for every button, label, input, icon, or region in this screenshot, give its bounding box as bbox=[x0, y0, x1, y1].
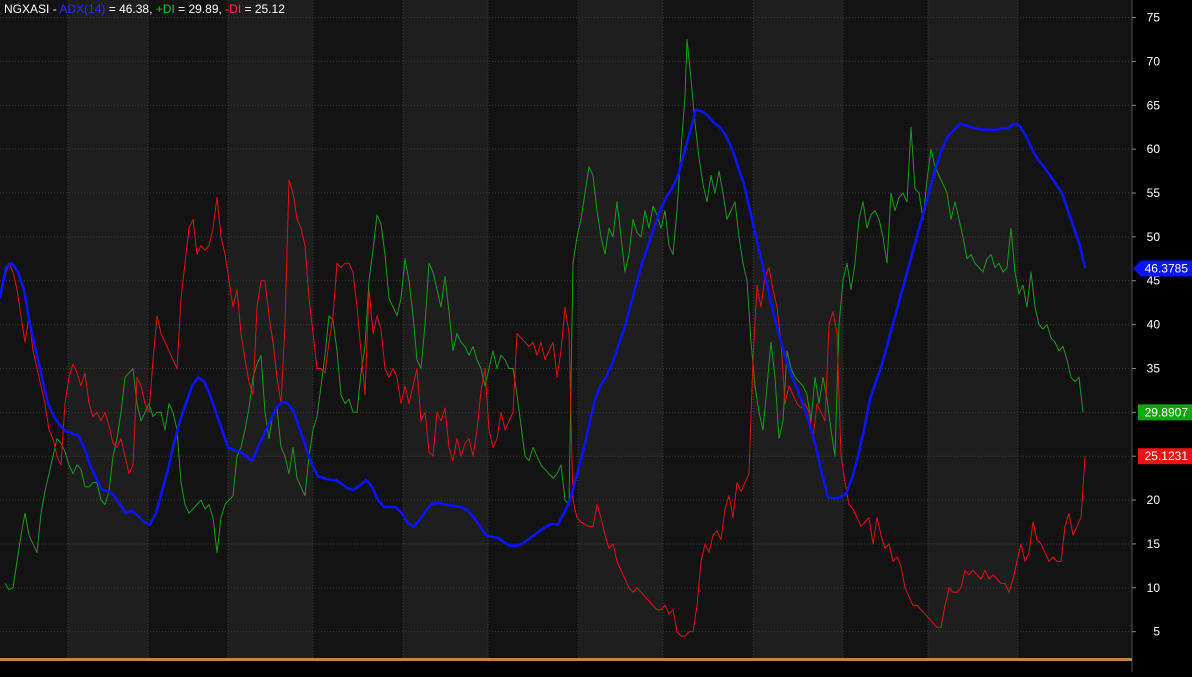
background-band bbox=[928, 0, 1018, 658]
adx-value: = 46.38, bbox=[105, 2, 156, 16]
tick-label: 70 bbox=[1147, 54, 1161, 68]
tick-label: 40 bbox=[1147, 318, 1161, 332]
tick-label: 15 bbox=[1147, 537, 1161, 551]
background-band bbox=[403, 0, 488, 658]
background-band bbox=[68, 0, 148, 658]
tick-label: 60 bbox=[1147, 142, 1161, 156]
last-value-tags: 46.3785 29.8907 25.1231 bbox=[1133, 260, 1192, 465]
last-value-tag--di-text: 25.1231 bbox=[1145, 449, 1189, 463]
background-band bbox=[0, 0, 68, 658]
price-axis: 51015202530354045505560657075 bbox=[1131, 0, 1161, 672]
tick-label: 65 bbox=[1147, 98, 1161, 112]
background-band bbox=[843, 0, 928, 658]
chart-header: NGXASI - ADX(14) = 46.38, +DI = 29.89, -… bbox=[4, 2, 285, 16]
timeline-strip bbox=[0, 658, 1132, 661]
adx-label: ADX(14) bbox=[59, 2, 106, 16]
background-band bbox=[753, 0, 843, 658]
background-band bbox=[663, 0, 753, 658]
tick-label: 35 bbox=[1147, 361, 1161, 375]
background-bands bbox=[0, 0, 1132, 658]
last-value-tag--di-text: 29.8907 bbox=[1145, 405, 1189, 419]
background-band bbox=[488, 0, 578, 658]
tick-label: 75 bbox=[1147, 11, 1161, 25]
background-band bbox=[313, 0, 403, 658]
chart-area[interactable]: 51015202530354045505560657075 46.378529.… bbox=[0, 0, 1192, 672]
background-band bbox=[578, 0, 663, 658]
last-value-tag-adx-14-text: 46.3785 bbox=[1145, 261, 1189, 275]
minus-di-label: -DI bbox=[225, 2, 242, 16]
plus-di-value: = 29.89, bbox=[174, 2, 226, 16]
tick-label: 55 bbox=[1147, 186, 1161, 200]
tick-label: 50 bbox=[1147, 230, 1161, 244]
tick-label: 20 bbox=[1147, 493, 1161, 507]
symbol-label: NGXASI bbox=[4, 2, 50, 16]
indicator-chart[interactable]: 51015202530354045505560657075 46.378529.… bbox=[0, 0, 1192, 672]
tick-label: 10 bbox=[1147, 581, 1161, 595]
minus-di-value: = 25.12 bbox=[241, 2, 285, 16]
plus-di-label: +DI bbox=[155, 2, 175, 16]
separator: - bbox=[49, 2, 60, 16]
tick-label: 5 bbox=[1153, 625, 1160, 639]
background-band bbox=[1018, 0, 1132, 658]
